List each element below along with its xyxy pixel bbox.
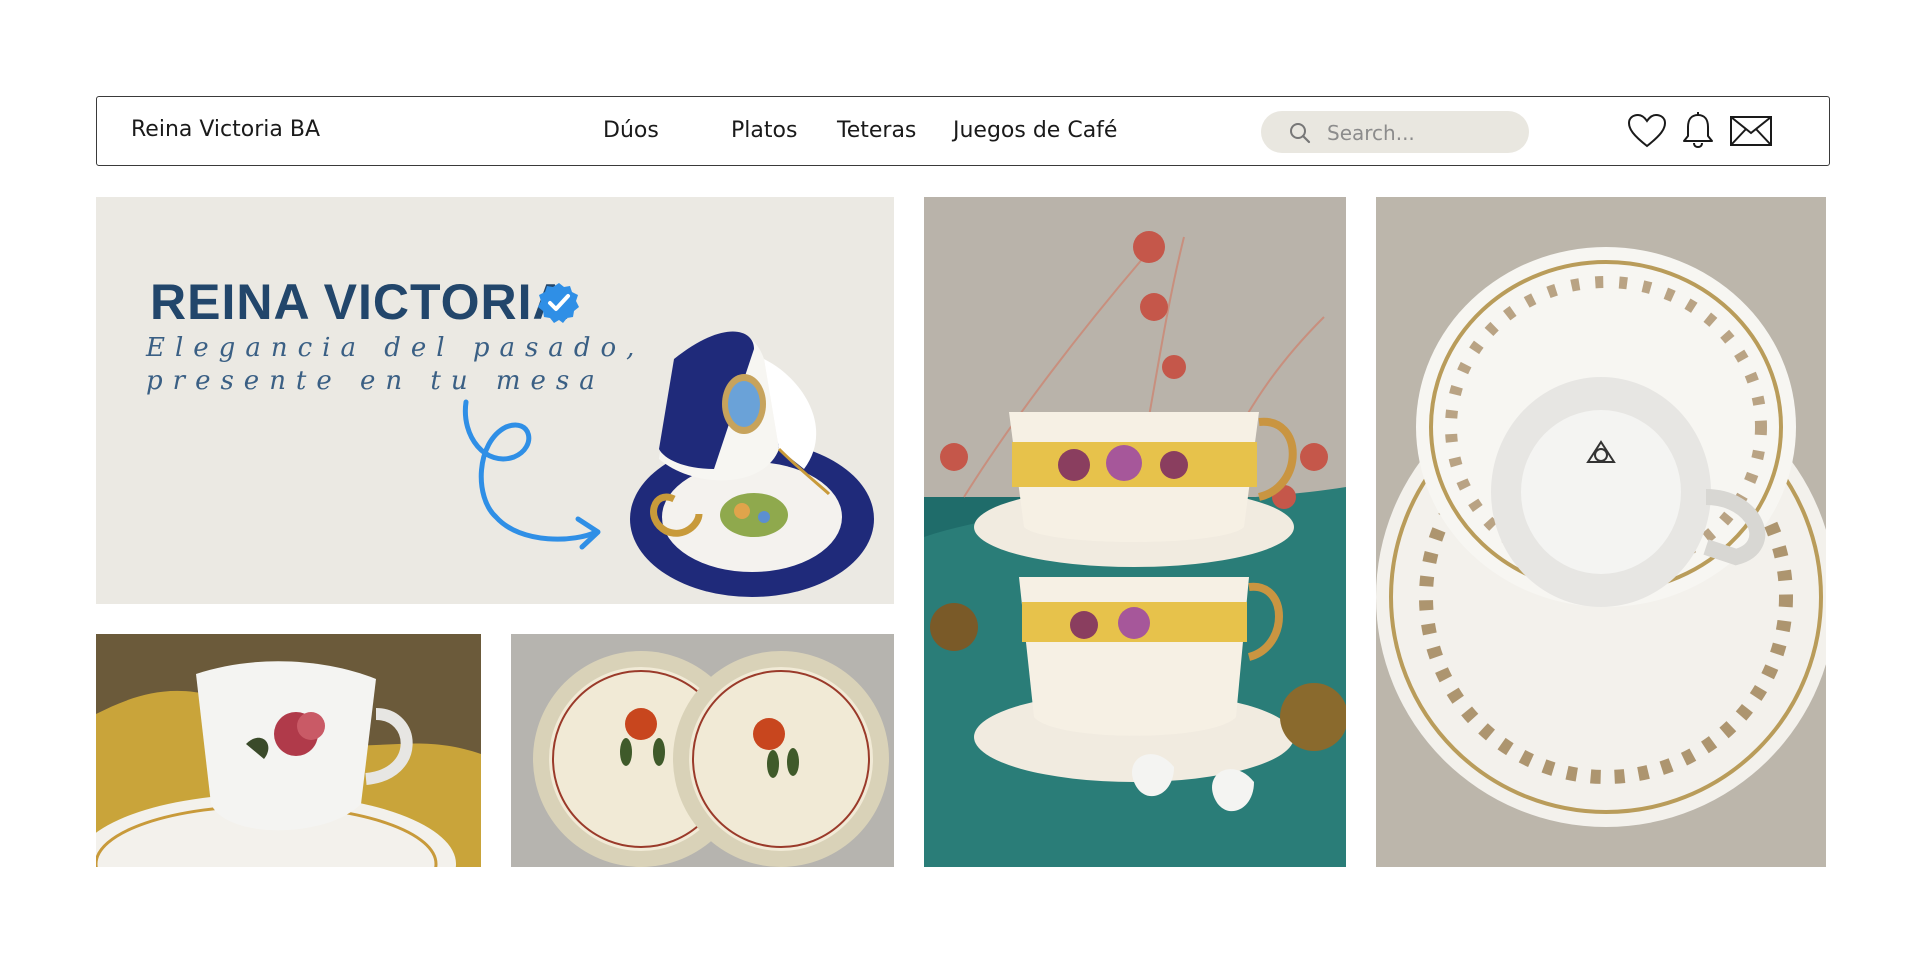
bell-icon[interactable] <box>1681 111 1715 149</box>
photo-two-plates[interactable] <box>511 634 894 867</box>
hero-tagline: Elegancia del pasado, presente en tu mes… <box>146 332 644 398</box>
photo-rose-cup[interactable] <box>96 634 481 867</box>
rose-cup-image <box>96 634 481 867</box>
nav-link-juegos-de-cafe[interactable]: Juegos de Café <box>953 118 1117 143</box>
two-plates-image <box>511 634 894 867</box>
cup-saucer-image <box>1376 197 1826 867</box>
top-navbar: Reina Victoria BA Dúos Platos Teteras Ju… <box>96 96 1830 166</box>
search-icon <box>1290 123 1311 144</box>
hero-tagline-line2: presente en tu mesa <box>146 366 605 396</box>
teacup-image <box>630 331 874 597</box>
heart-icon[interactable] <box>1627 113 1667 149</box>
search-input[interactable] <box>1325 111 1519 155</box>
nav-link-duos[interactable]: Dúos <box>603 118 659 143</box>
hero-tagline-line1: Elegancia del pasado, <box>146 333 645 363</box>
verified-icon <box>538 283 579 323</box>
curly-arrow-icon <box>462 399 601 550</box>
photo-cup-saucer[interactable] <box>1376 197 1826 867</box>
hero-banner[interactable]: REINA VICTORIA Elegancia del pasado, pre… <box>96 197 894 604</box>
brand-name[interactable]: Reina Victoria BA <box>131 117 320 142</box>
nav-link-platos[interactable]: Platos <box>731 118 797 143</box>
search-box[interactable] <box>1261 111 1529 155</box>
mail-icon[interactable] <box>1729 115 1773 147</box>
hero-title: REINA VICTORIA <box>150 274 570 330</box>
photo-stacked-cups[interactable] <box>924 197 1346 867</box>
stacked-cups-image <box>924 197 1346 867</box>
nav-link-teteras[interactable]: Teteras <box>837 118 916 143</box>
